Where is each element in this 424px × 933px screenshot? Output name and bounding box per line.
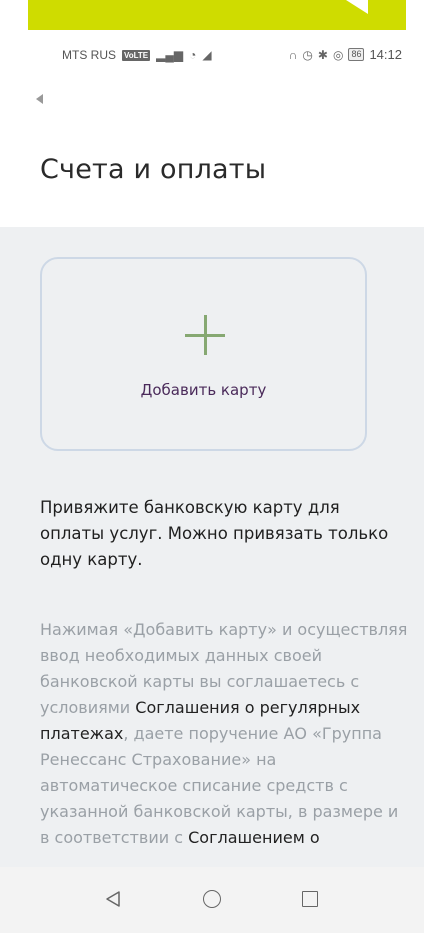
content-area: Добавить карту Привяжите банковскую карт… [0, 227, 424, 867]
carrier-label: MTS RUS [62, 48, 116, 62]
agreement-link[interactable]: Соглашением о [188, 828, 320, 847]
plus-icon [185, 315, 225, 355]
headphones-icon: ∩ [288, 47, 298, 62]
app-bar: Счета и оплаты [0, 72, 424, 227]
wifi-icon: ◔ [189, 48, 197, 62]
info-lead-text: Привяжите банковскую карту для оплаты ус… [40, 498, 389, 569]
status-bar: MTS RUS VoLTE ▂▄▆ ◔ ◢ ∩ ◷ ✱ ◎ 86 14:12 [0, 38, 424, 72]
add-card-button[interactable]: Добавить карту [40, 257, 367, 451]
legal-text: Нажимая «Добавить карту» и осуществляя в… [40, 617, 410, 851]
system-nav-bar [0, 867, 424, 933]
status-right: ∩ ◷ ✱ ◎ 86 14:12 [289, 47, 402, 62]
banner-notch [346, 0, 368, 14]
top-banner [0, 0, 424, 38]
alarm-icon: ◷ [302, 47, 313, 62]
location-icon: ◎ [332, 47, 344, 62]
page-title: Счета и оплаты [40, 154, 267, 185]
status-left: MTS RUS VoLTE ▂▄▆ ◔ ◢ [62, 48, 212, 62]
back-arrow-icon [36, 94, 43, 104]
clock: 14:12 [369, 47, 402, 62]
data-saver-icon: ◢ [202, 48, 212, 62]
bluetooth-icon: ✱ [317, 47, 328, 62]
nav-recents-icon[interactable] [302, 891, 318, 907]
nav-home-icon[interactable] [203, 890, 221, 908]
battery-icon: 86 [348, 48, 365, 61]
volte-badge: VoLTE [122, 49, 151, 61]
signal-icon: ▂▄▆ [156, 48, 184, 62]
add-card-label: Добавить карту [140, 381, 267, 399]
back-button[interactable] [26, 84, 54, 112]
nav-back-icon[interactable] [104, 890, 122, 908]
